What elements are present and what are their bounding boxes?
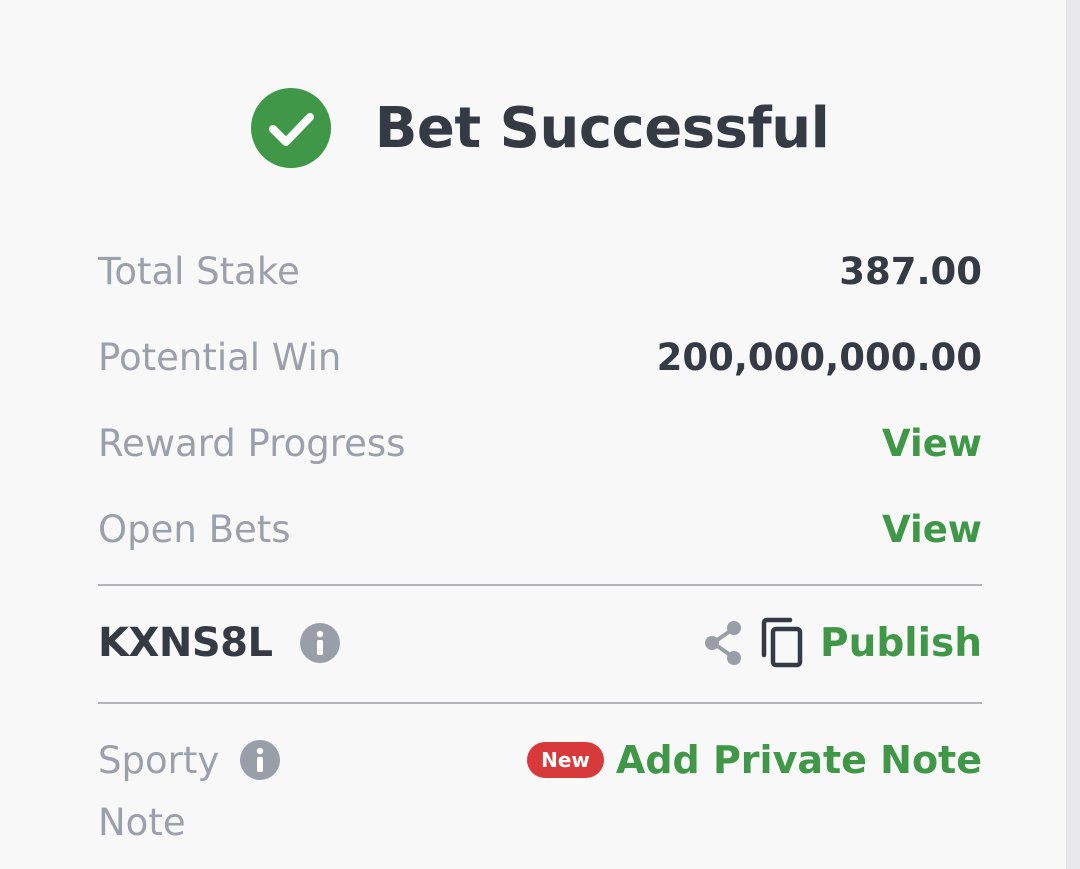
divider: [98, 584, 982, 586]
booking-code-row: KXNS8L Publish: [98, 613, 982, 673]
booking-code-group: KXNS8L: [98, 620, 341, 666]
check-circle-icon: [250, 88, 331, 168]
add-private-note-button[interactable]: Add Private Note: [616, 738, 982, 782]
reward-progress-label: Reward Progress: [98, 421, 406, 465]
divider: [98, 702, 982, 704]
info-icon[interactable]: [240, 740, 280, 780]
potential-win-value: 200,000,000.00: [656, 335, 982, 379]
open-bets-view-link[interactable]: View: [882, 508, 982, 551]
reward-progress-view-link[interactable]: View: [882, 422, 982, 465]
total-stake-row: Total Stake 387.00: [98, 241, 982, 301]
potential-win-label: Potential Win: [98, 335, 342, 379]
total-stake-value: 387.00: [839, 249, 982, 293]
copy-icon[interactable]: [758, 617, 806, 669]
share-icon[interactable]: [702, 620, 744, 666]
page-title: Bet Successful: [374, 95, 830, 161]
sporty-note-label-line2: Note: [98, 801, 186, 844]
sporty-note-label-line1: Sporty: [98, 739, 220, 782]
info-icon[interactable]: [300, 623, 341, 663]
sporty-note-label: Sporty Note: [98, 730, 338, 854]
add-note-group: New Add Private Note: [527, 730, 982, 790]
new-badge: New: [527, 742, 604, 778]
publish-button[interactable]: Publish: [820, 621, 982, 666]
total-stake-label: Total Stake: [98, 249, 300, 293]
bet-success-header: Bet Successful: [0, 86, 1080, 170]
potential-win-row: Potential Win 200,000,000.00: [98, 327, 982, 387]
booking-actions: Publish: [702, 617, 982, 669]
sporty-note-row: Sporty Note New Add Private Note: [98, 730, 982, 850]
open-bets-row: Open Bets View: [98, 499, 982, 559]
open-bets-label: Open Bets: [98, 507, 291, 551]
scrollbar[interactable]: [1066, 0, 1080, 869]
reward-progress-row: Reward Progress View: [98, 413, 982, 473]
bet-confirmation-panel: Bet Successful Total Stake 387.00 Potent…: [0, 0, 1066, 869]
booking-code: KXNS8L: [98, 620, 273, 666]
